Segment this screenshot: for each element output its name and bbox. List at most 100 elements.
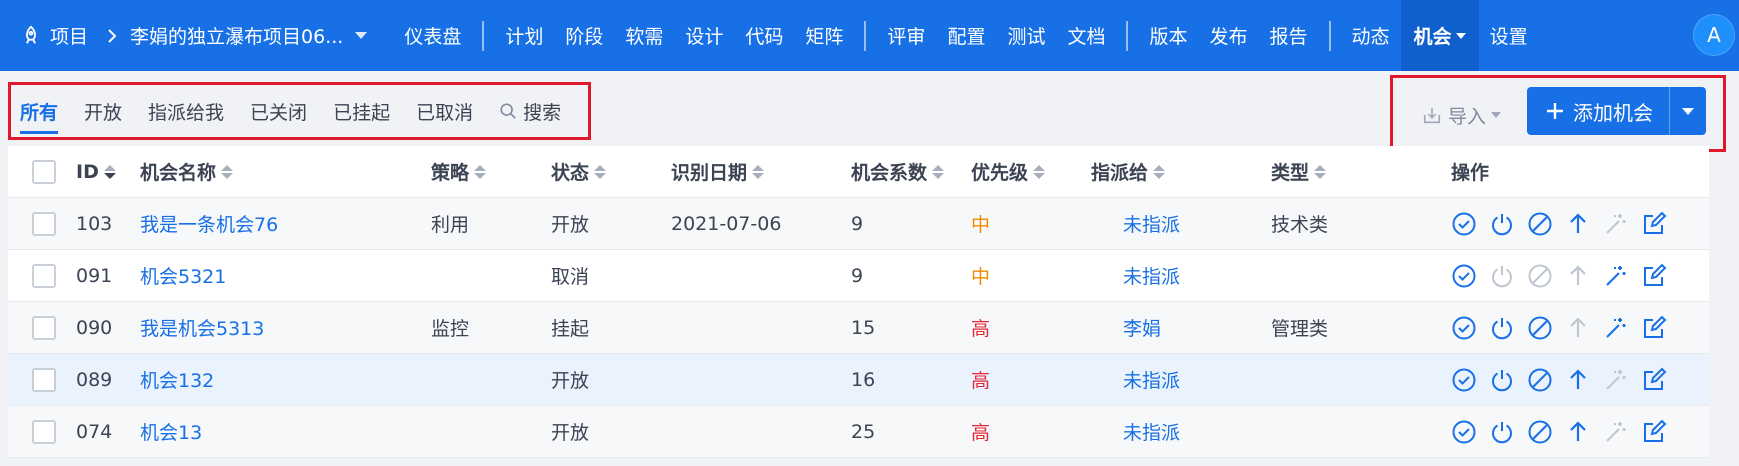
nav-item-settings[interactable]: 设置 xyxy=(1479,0,1539,71)
tab-open[interactable]: 开放 xyxy=(84,94,122,128)
nav-item-requirements[interactable]: 软需 xyxy=(614,0,674,71)
col-header-coefficient[interactable]: 机会系数 xyxy=(851,146,945,197)
nav-item-design[interactable]: 设计 xyxy=(674,0,734,71)
nav-item-activity[interactable]: 动态 xyxy=(1341,0,1401,71)
import-button[interactable]: 导入 xyxy=(1422,100,1502,130)
nav-item-docs[interactable]: 文档 xyxy=(1056,0,1116,71)
opportunity-link[interactable]: 机会13 xyxy=(140,406,202,457)
arrow-up-icon xyxy=(1570,368,1586,389)
nav-item-report[interactable]: 报告 xyxy=(1259,0,1319,71)
col-header-date[interactable]: 识别日期 xyxy=(671,146,765,197)
confirm-button[interactable] xyxy=(1451,367,1477,393)
opportunity-link[interactable]: 机会5321 xyxy=(140,250,226,301)
activate-button xyxy=(1603,419,1629,445)
col-header-status[interactable]: 状态 xyxy=(551,146,607,197)
col-header-type[interactable]: 类型 xyxy=(1271,146,1327,197)
cancel-button[interactable] xyxy=(1527,367,1553,393)
close-button[interactable] xyxy=(1489,315,1515,341)
opportunity-link[interactable]: 我是机会5313 xyxy=(140,302,264,353)
tab-suspended[interactable]: 已挂起 xyxy=(333,94,390,128)
tab-all[interactable]: 所有 xyxy=(20,94,59,134)
nav-item-opportunity-label: 机会 xyxy=(1413,26,1452,48)
col-header-id-label: ID xyxy=(76,160,99,183)
chevron-down-icon[interactable] xyxy=(355,32,368,39)
row-checkbox[interactable] xyxy=(32,212,56,236)
add-opportunity-main[interactable]: 添加机会 xyxy=(1527,87,1669,135)
cell-status: 开放 xyxy=(551,422,590,444)
suspend-button[interactable] xyxy=(1565,419,1591,445)
nav-item-code[interactable]: 代码 xyxy=(734,0,794,71)
confirm-button[interactable] xyxy=(1451,419,1477,445)
select-all-checkbox[interactable] xyxy=(32,160,56,184)
add-opportunity-dropdown[interactable] xyxy=(1670,87,1706,135)
table-row[interactable]: 090 我是机会5313 监控 挂起 15 高 李娟 管理类 xyxy=(8,302,1709,354)
project-title[interactable]: 李娟的独立瀑布项目06... xyxy=(130,22,343,49)
confirm-button[interactable] xyxy=(1451,263,1477,289)
table-row[interactable]: 074 机会13 开放 25 高 未指派 xyxy=(8,406,1709,458)
nav-item-matrix[interactable]: 矩阵 xyxy=(794,0,854,71)
edit-button[interactable] xyxy=(1641,315,1667,341)
nav-item-test[interactable]: 测试 xyxy=(996,0,1056,71)
assignee-link[interactable]: 未指派 xyxy=(1091,198,1180,249)
col-header-strategy[interactable]: 策略 xyxy=(431,146,487,197)
edit-button[interactable] xyxy=(1641,211,1667,237)
assignee-link[interactable]: 未指派 xyxy=(1091,354,1180,405)
nav-item-dashboard[interactable]: 仪表盘 xyxy=(393,0,472,71)
avatar[interactable]: A xyxy=(1693,14,1735,56)
close-button[interactable] xyxy=(1489,367,1515,393)
col-header-id[interactable]: ID xyxy=(76,146,116,197)
nav-item-release[interactable]: 发布 xyxy=(1199,0,1259,71)
import-icon xyxy=(1423,107,1441,124)
nav-item-version[interactable]: 版本 xyxy=(1138,0,1198,71)
confirm-button[interactable] xyxy=(1451,315,1477,341)
search-icon xyxy=(500,103,516,119)
add-opportunity-button[interactable]: 添加机会 xyxy=(1527,87,1706,135)
edit-button[interactable] xyxy=(1641,367,1667,393)
edit-button[interactable] xyxy=(1641,263,1667,289)
row-checkbox[interactable] xyxy=(32,264,56,288)
row-checkbox[interactable] xyxy=(32,368,56,392)
nav-item-stage[interactable]: 阶段 xyxy=(554,0,614,71)
row-actions xyxy=(1451,406,1667,457)
project-label[interactable]: 项目 xyxy=(50,22,88,49)
table-row[interactable]: 103 我是一条机会76 利用 开放 2021-07-06 9 中 未指派 技术… xyxy=(8,198,1709,250)
opportunity-link[interactable]: 我是一条机会76 xyxy=(140,198,278,249)
activate-button[interactable] xyxy=(1603,263,1629,289)
tab-cancelled[interactable]: 已取消 xyxy=(416,94,473,128)
cancel-button[interactable] xyxy=(1527,419,1553,445)
cancel-button[interactable] xyxy=(1527,315,1553,341)
chevron-down-icon xyxy=(1491,112,1502,118)
nav-divider xyxy=(1126,20,1129,51)
tab-closed[interactable]: 已关闭 xyxy=(250,94,307,128)
assignee-link[interactable]: 未指派 xyxy=(1091,406,1180,457)
col-header-coefficient-label: 机会系数 xyxy=(851,162,928,184)
suspend-button[interactable] xyxy=(1565,367,1591,393)
confirm-button[interactable] xyxy=(1451,211,1477,237)
cancel-button[interactable] xyxy=(1527,211,1553,237)
magic-wand-icon xyxy=(1606,369,1626,390)
search-tab[interactable]: 搜索 xyxy=(499,94,561,128)
opportunity-table: ID 机会名称 策略 状态 识别日期 机会系数 优先级 指派给 类型 操作 10… xyxy=(8,146,1709,458)
assignee-link[interactable]: 未指派 xyxy=(1091,250,1180,301)
col-header-priority[interactable]: 优先级 xyxy=(971,146,1046,197)
assignee-link[interactable]: 李娟 xyxy=(1091,302,1161,353)
sort-icon xyxy=(594,164,607,179)
col-header-assignee[interactable]: 指派给 xyxy=(1091,146,1166,197)
col-header-name[interactable]: 机会名称 xyxy=(140,146,234,197)
row-checkbox[interactable] xyxy=(32,420,56,444)
cell-id: 090 xyxy=(76,316,113,339)
table-row[interactable]: 089 机会132 开放 16 高 未指派 xyxy=(8,354,1709,406)
nav-item-opportunity[interactable]: 机会 xyxy=(1400,0,1479,71)
close-button[interactable] xyxy=(1489,211,1515,237)
nav-item-review[interactable]: 评审 xyxy=(876,0,936,71)
suspend-button[interactable] xyxy=(1565,211,1591,237)
row-checkbox[interactable] xyxy=(32,316,56,340)
activate-button[interactable] xyxy=(1603,315,1629,341)
table-row[interactable]: 091 机会5321 取消 9 中 未指派 xyxy=(8,250,1709,302)
opportunity-link[interactable]: 机会132 xyxy=(140,354,214,405)
tab-assigned-to-me[interactable]: 指派给我 xyxy=(148,94,224,128)
edit-button[interactable] xyxy=(1641,419,1667,445)
nav-item-plan[interactable]: 计划 xyxy=(494,0,554,71)
close-button[interactable] xyxy=(1489,419,1515,445)
nav-item-config[interactable]: 配置 xyxy=(936,0,996,71)
